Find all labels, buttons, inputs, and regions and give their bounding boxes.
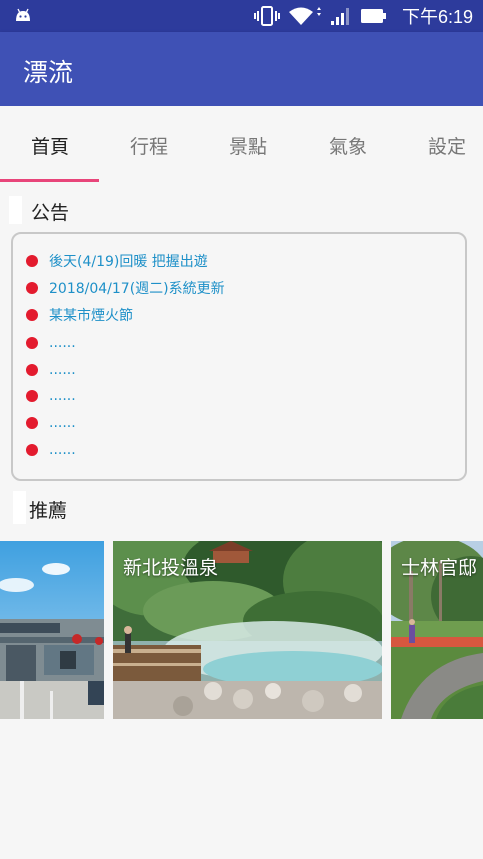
tab-attractions[interactable]: 景點 — [198, 106, 298, 184]
status-bar: 下午6:19 — [0, 0, 483, 32]
announcement-item[interactable]: ...... — [26, 335, 76, 351]
tab-weather[interactable]: 氣象 — [298, 106, 398, 184]
announcement-item[interactable]: 後天(4/19)回暖 把握出遊 — [26, 251, 208, 271]
bullet-icon — [26, 417, 38, 429]
announcement-item[interactable]: ...... — [26, 442, 76, 458]
status-time: 下午6:19 — [401, 7, 473, 27]
bullet-icon — [26, 390, 38, 402]
bullet-icon — [26, 282, 38, 294]
announcement-item[interactable]: ...... — [26, 362, 76, 378]
bullet-icon — [26, 337, 38, 349]
announcement-text[interactable]: ...... — [49, 335, 76, 351]
tab-bar: 首頁 行程 景點 氣象 設定 — [0, 106, 483, 184]
card-label: 士林官邸 — [401, 557, 478, 579]
recommend-card[interactable]: 新北投溫泉 — [113, 541, 382, 719]
bullet-icon — [26, 444, 38, 456]
recommend-title: 推薦 — [29, 500, 68, 522]
vibrate-icon — [253, 6, 280, 26]
announcements-title: 公告 — [31, 202, 70, 224]
announcement-item[interactable]: 某某市煙火節 — [26, 305, 133, 325]
announcement-text[interactable]: 2018/04/17(週二)系統更新 — [49, 278, 225, 298]
recommend-card[interactable]: 士林官邸 — [391, 541, 483, 719]
announcement-text[interactable]: ...... — [49, 442, 76, 458]
app-title: 漂流 — [23, 58, 74, 87]
bullet-icon — [26, 364, 38, 376]
announcement-text[interactable]: ...... — [49, 388, 76, 404]
recommend-carousel[interactable]: 新北投溫泉 士林官邸 — [0, 541, 483, 719]
announcements-panel: 後天(4/19)回暖 把握出遊 2018/04/17(週二)系統更新 某某市煙火… — [11, 232, 467, 481]
announcement-item[interactable]: 2018/04/17(週二)系統更新 — [26, 278, 225, 298]
tab-home[interactable]: 首頁 — [0, 106, 100, 184]
android-notification-icon — [16, 8, 30, 21]
cell-signal-icon — [330, 8, 349, 25]
announcement-item[interactable]: ...... — [26, 388, 76, 404]
card-label: 新北投溫泉 — [123, 557, 219, 579]
announcement-text[interactable]: ...... — [49, 362, 76, 378]
announcement-item[interactable]: ...... — [26, 415, 76, 431]
card-image — [0, 541, 104, 719]
announcement-text[interactable]: 某某市煙火節 — [49, 305, 133, 325]
tab-indicator — [0, 179, 99, 182]
battery-icon — [360, 9, 386, 23]
section-marker — [9, 196, 22, 224]
tab-itinerary[interactable]: 行程 — [99, 106, 199, 184]
announcement-text[interactable]: 後天(4/19)回暖 把握出遊 — [49, 251, 208, 271]
section-marker — [13, 491, 26, 524]
announcement-text[interactable]: ...... — [49, 415, 76, 431]
wifi-icon — [288, 7, 321, 25]
tab-settings[interactable]: 設定 — [397, 106, 483, 184]
recommend-card[interactable] — [0, 541, 104, 719]
bullet-icon — [26, 309, 38, 321]
bullet-icon — [26, 255, 38, 267]
app-bar: 漂流 — [0, 32, 483, 106]
